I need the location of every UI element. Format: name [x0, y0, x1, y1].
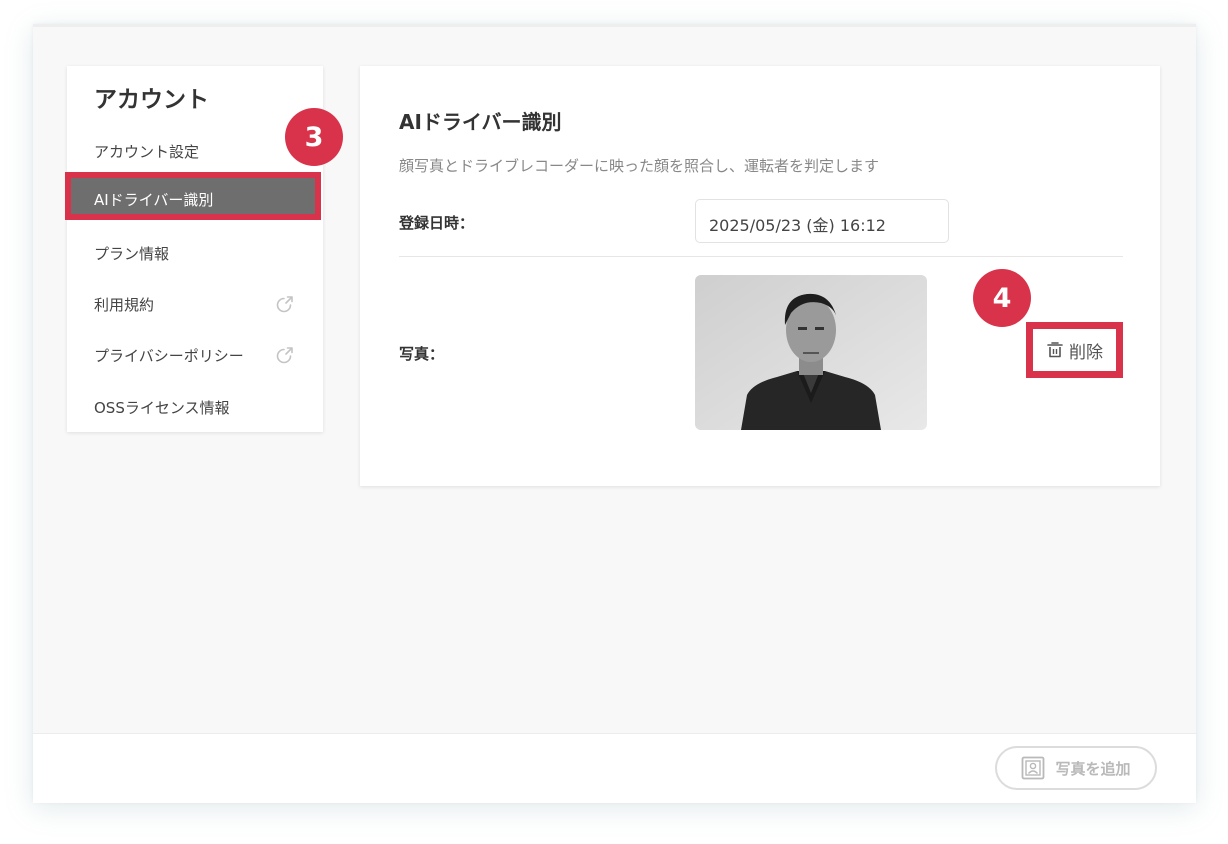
footer-bar: 写真を追加	[33, 733, 1196, 803]
delete-button[interactable]: 削除	[1033, 329, 1116, 371]
sidebar-item-plan[interactable]: プラン情報	[94, 243, 169, 264]
add-photo-label: 写真を追加	[1055, 759, 1131, 778]
portrait-icon	[1022, 756, 1045, 780]
main-panel: AIドライバー識別 顔写真とドライブレコーダーに映った顔を照合し、運転者を判定し…	[360, 66, 1160, 486]
registered-date-field: 2025/05/23 (金) 16:12	[695, 199, 949, 243]
trash-icon	[1047, 342, 1063, 358]
sidebar-item-label: AIドライバー識別	[94, 191, 214, 209]
sidebar-item-ai-driver[interactable]: AIドライバー識別	[71, 178, 315, 214]
sidebar-item-privacy[interactable]: プライバシーポリシー	[94, 345, 244, 366]
registered-label: 登録日時：	[399, 214, 475, 232]
add-photo-button[interactable]: 写真を追加	[995, 746, 1157, 790]
delete-label: 削除	[1069, 342, 1103, 363]
photo-label: 写真：	[399, 345, 445, 363]
sidebar-item-label: プラン情報	[94, 245, 170, 263]
sidebar-title: アカウント	[94, 87, 209, 113]
highlight-frame: AIドライバー識別	[65, 172, 321, 220]
step-badge-4: 4	[973, 269, 1031, 327]
highlight-frame: 削除	[1026, 322, 1123, 378]
top-divider	[33, 24, 1196, 27]
sidebar-item-label: OSSライセンス情報	[94, 399, 230, 417]
external-link-icon	[276, 296, 293, 313]
divider	[399, 256, 1123, 257]
sidebar: アカウント アカウント設定 AIドライバー識別 プラン情報 利用規約 プライバシ…	[65, 66, 323, 432]
driver-photo	[695, 275, 927, 430]
page-description: 顔写真とドライブレコーダーに映った顔を照合し、運転者を判定します	[399, 157, 880, 175]
sidebar-item-terms[interactable]: 利用規約	[94, 294, 154, 315]
sidebar-item-label: 利用規約	[94, 296, 155, 314]
app-window: アカウント アカウント設定 AIドライバー識別 プラン情報 利用規約 プライバシ…	[33, 24, 1196, 803]
page-title: AIドライバー識別	[399, 110, 562, 134]
step-badge-3: 3	[285, 108, 343, 166]
sidebar-item-account-settings[interactable]: アカウント設定	[94, 141, 199, 162]
sidebar-item-oss[interactable]: OSSライセンス情報	[94, 397, 230, 418]
sidebar-item-label: プライバシーポリシー	[94, 347, 244, 365]
sidebar-item-label: アカウント設定	[94, 143, 200, 161]
external-link-icon	[276, 347, 293, 364]
